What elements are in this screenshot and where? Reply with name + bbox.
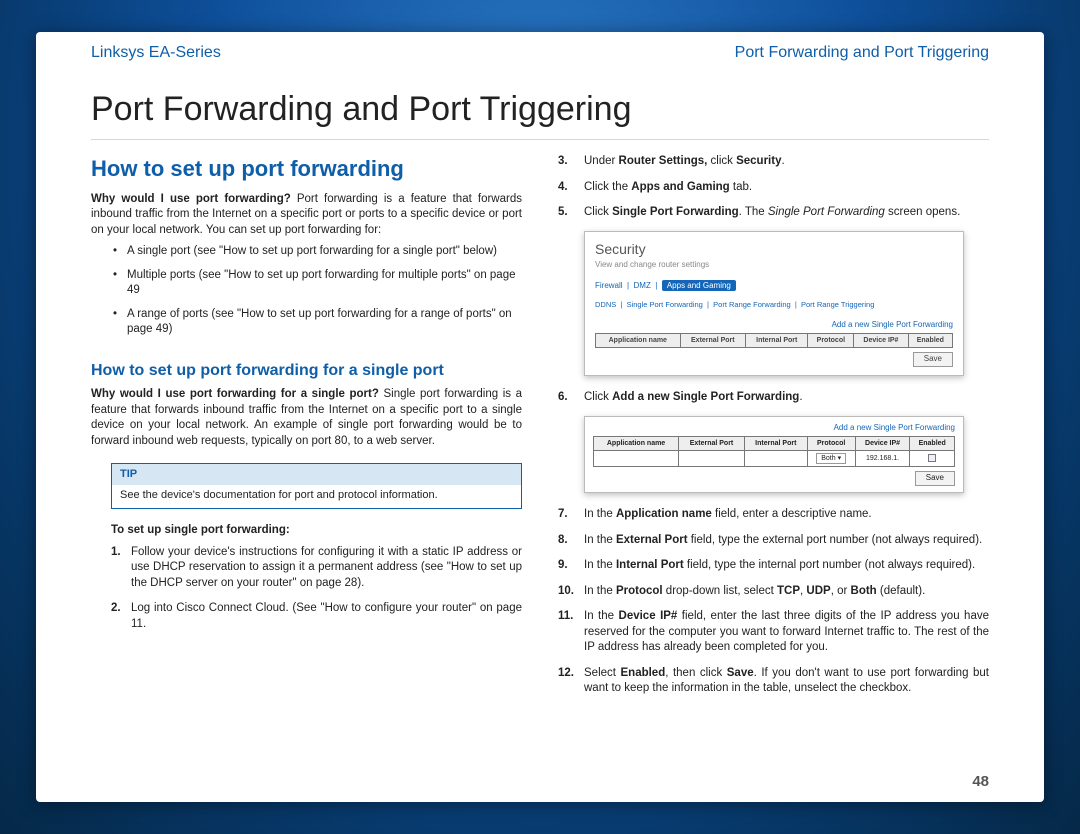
step-10: 10. In the Protocol drop-down list, sele… <box>558 584 989 600</box>
shot2-th-deviceip: Device IP# <box>855 436 910 450</box>
header-right: Port Forwarding and Port Triggering <box>735 44 989 62</box>
step-10-text: In the Protocol drop-down list, select T… <box>584 585 925 597</box>
shot1-table: Application name External Port Internal … <box>595 333 953 348</box>
shot1-th-appname: Application name <box>596 333 681 347</box>
shot1-th-enabled: Enabled <box>908 333 952 347</box>
shot1-subtitle: View and change router settings <box>595 260 953 271</box>
step-8-text: In the External Port field, type the ext… <box>584 534 982 546</box>
shot1-subtab-ddns: DDNS <box>595 300 616 309</box>
step-5: 5. Click Single Port Forwarding. The Sin… <box>558 205 989 221</box>
tip-heading: TIP <box>112 464 521 485</box>
shot2-enabled-checkbox <box>928 454 936 462</box>
step-4: 4. Click the Apps and Gaming tab. <box>558 180 989 196</box>
step-2-text: Log into Cisco Connect Cloud. (See "How … <box>131 602 522 630</box>
shot2-cell-intport <box>744 450 807 466</box>
shot2-cell-appname <box>594 450 679 466</box>
section-heading: How to set up port forwarding <box>91 154 522 184</box>
page-header: Linksys EA-Series Port Forwarding and Po… <box>36 32 1044 62</box>
bullet-range-ports: A range of ports (see "How to set up por… <box>91 307 522 338</box>
step-9-text: In the Internal Port field, type the int… <box>584 559 975 571</box>
shot2-table: Application name External Port Internal … <box>593 436 955 468</box>
shot1-tab-dmz: DMZ <box>634 281 651 290</box>
shot1-tab-firewall: Firewall <box>595 281 623 290</box>
steps-right-top: 3. Under Router Settings, click Security… <box>558 154 989 221</box>
step-6: 6. Click Add a new Single Port Forwardin… <box>558 390 989 406</box>
shot2-th-protocol: Protocol <box>807 436 855 450</box>
step-4-text: Click the Apps and Gaming tab. <box>584 181 752 193</box>
right-column: 3. Under Router Settings, click Security… <box>558 154 989 707</box>
intro-question: Why would I use port forwarding? <box>91 193 291 205</box>
shot2-cell-enabled <box>910 450 955 466</box>
step-9: 9. In the Internal Port field, type the … <box>558 558 989 574</box>
shot1-add-link: Add a new Single Port Forwarding <box>595 320 953 331</box>
shot1-subtab-single: Single Port Forwarding <box>627 300 703 309</box>
procedure-heading: To set up single port forwarding: <box>111 523 522 539</box>
single-port-question: Why would I use port forwarding for a si… <box>91 388 379 400</box>
left-column: How to set up port forwarding Why would … <box>91 154 522 707</box>
shot1-subtabs: DDNS | Single Port Forwarding | Port Ran… <box>595 300 953 310</box>
subsection-heading: How to set up port forwarding for a sing… <box>91 360 522 382</box>
shot1-save-button: Save <box>913 352 953 367</box>
intro-paragraph: Why would I use port forwarding? Port fo… <box>91 192 522 239</box>
step-1: 1.Follow your device's instructions for … <box>111 545 522 592</box>
shot1-th-protocol: Protocol <box>808 333 854 347</box>
shot1-subtab-trigger: Port Range Triggering <box>801 300 874 309</box>
shot2-savebar: Save <box>593 471 955 486</box>
shot2-add-link: Add a new Single Port Forwarding <box>593 423 955 434</box>
screenshot-add-row: Add a new Single Port Forwarding Applica… <box>584 416 964 493</box>
step-6-text: Click Add a new Single Port Forwarding. <box>584 391 803 403</box>
shot1-th-extport: External Port <box>680 333 745 347</box>
shot1-th-intport: Internal Port <box>746 333 808 347</box>
shot1-tabs: Firewall | DMZ | Apps and Gaming <box>595 281 953 292</box>
shot2-th-intport: Internal Port <box>744 436 807 450</box>
bullet-multiple-ports: Multiple ports (see "How to set up port … <box>91 268 522 299</box>
page-number: 48 <box>972 773 989 790</box>
shot1-th-deviceip: Device IP# <box>854 333 908 347</box>
steps-right-bottom: 7. In the Application name field, enter … <box>558 507 989 697</box>
shot1-savebar: Save <box>595 352 953 367</box>
step-8: 8. In the External Port field, type the … <box>558 533 989 549</box>
steps-right-mid: 6. Click Add a new Single Port Forwardin… <box>558 390 989 406</box>
page-title: Port Forwarding and Port Triggering <box>36 62 1044 139</box>
shot1-title: Security <box>595 240 953 259</box>
header-left: Linksys EA-Series <box>91 44 221 62</box>
single-port-paragraph: Why would I use port forwarding for a si… <box>91 387 522 449</box>
tip-box: TIP See the device's documentation for p… <box>111 463 522 509</box>
steps-left: 1.Follow your device's instructions for … <box>111 545 522 633</box>
step-1-text: Follow your device's instructions for co… <box>131 546 522 589</box>
shot2-th-enabled: Enabled <box>910 436 955 450</box>
step-7-text: In the Application name field, enter a d… <box>584 508 872 520</box>
step-12-text: Select Enabled, then click Save. If you … <box>584 667 989 695</box>
shot2-cell-deviceip: 192.168.1. <box>855 450 910 466</box>
step-11: 11. In the Device IP# field, enter the l… <box>558 609 989 656</box>
step-2: 2.Log into Cisco Connect Cloud. (See "Ho… <box>111 601 522 632</box>
shot2-protocol-select: Both ▾ <box>816 453 846 464</box>
intro-bullet-list: A single port (see "How to set up port f… <box>91 244 522 338</box>
step-3-text: Under Router Settings, click Security. <box>584 155 785 167</box>
shot2-cell-protocol: Both ▾ <box>807 450 855 466</box>
shot2-save-button: Save <box>915 471 955 486</box>
shot2-input-row: Both ▾ 192.168.1. <box>594 450 955 466</box>
shot1-subtab-range: Port Range Forwarding <box>713 300 791 309</box>
manual-page: Linksys EA-Series Port Forwarding and Po… <box>36 32 1044 802</box>
bullet-single-port: A single port (see "How to set up port f… <box>91 244 522 260</box>
shot2-cell-extport <box>679 450 745 466</box>
step-12: 12. Select Enabled, then click Save. If … <box>558 666 989 697</box>
screenshot-security-panel: Security View and change router settings… <box>584 231 964 377</box>
title-rule <box>91 139 989 140</box>
step-11-text: In the Device IP# field, enter the last … <box>584 610 989 653</box>
shot2-th-extport: External Port <box>679 436 745 450</box>
step-5-text: Click Single Port Forwarding. The Single… <box>584 206 960 218</box>
tip-body: See the device's documentation for port … <box>112 485 521 508</box>
shot2-th-appname: Application name <box>594 436 679 450</box>
step-3: 3. Under Router Settings, click Security… <box>558 154 989 170</box>
content-columns: How to set up port forwarding Why would … <box>36 154 1044 707</box>
shot1-tab-apps-gaming: Apps and Gaming <box>662 280 736 291</box>
step-7: 7. In the Application name field, enter … <box>558 507 989 523</box>
